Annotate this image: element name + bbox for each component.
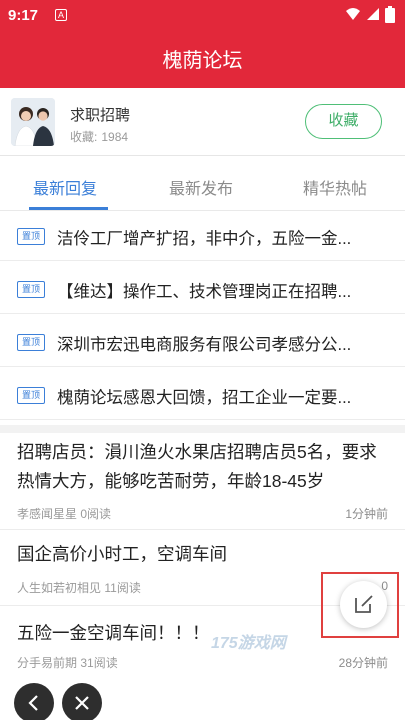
- post-meta: 分手易前期 31阅读: [17, 654, 118, 671]
- pinned-row[interactable]: 置顶 洁伶工厂增产扩招，非中介，五险一金...: [0, 211, 405, 261]
- post-title[interactable]: 国企高价小时工，空调车间: [17, 540, 389, 569]
- post-reads: 31阅读: [80, 656, 118, 670]
- row-divider: [0, 529, 405, 530]
- page-title: 槐荫论坛: [162, 50, 243, 72]
- forum-avatar[interactable]: [11, 98, 55, 146]
- edit-icon: [355, 595, 373, 613]
- close-icon: [75, 696, 89, 710]
- post-author: 分手易前期: [17, 656, 78, 670]
- pinned-title: 洁伶工厂增产扩招，非中介，五险一金...: [57, 230, 352, 248]
- pinned-row[interactable]: 置顶 深圳市宏迅电商服务有限公司孝感分公...: [0, 317, 405, 367]
- battery-icon: [385, 6, 395, 28]
- back-button[interactable]: [14, 683, 54, 720]
- pinned-badge: 置顶: [17, 281, 45, 298]
- favorite-button[interactable]: 收藏: [305, 104, 382, 139]
- forum-favorites-count: 收藏: 1984: [70, 128, 132, 145]
- pinned-badge: 置顶: [17, 334, 45, 351]
- tab-featured[interactable]: 精华热帖: [303, 175, 367, 199]
- chevron-left-icon: [28, 695, 38, 711]
- tab-latest-reply[interactable]: 最新回复: [33, 175, 97, 199]
- favorites-value: 1984: [101, 130, 129, 144]
- status-time: 9:17: [8, 7, 39, 24]
- post-author: 人生如若初相见: [17, 581, 102, 595]
- post-time: 1分钟前: [345, 507, 388, 521]
- active-tab-indicator: [29, 207, 108, 210]
- post-author: 孝感闻星星: [17, 507, 78, 521]
- tab-latest-post[interactable]: 最新发布: [169, 175, 233, 199]
- notification-icon: A: [55, 9, 67, 21]
- post-meta: 孝感闻星星 0阅读: [17, 505, 111, 522]
- pinned-title: 槐荫论坛感恩大回馈，招工企业一定要...: [57, 389, 352, 407]
- post-title[interactable]: 招聘店员：溳川渔火水果店招聘店员5名，要求热情大方，能够吃苦耐劳，年龄18-45…: [17, 438, 389, 496]
- post-reads: 11阅读: [104, 581, 141, 595]
- forum-name: 求职招聘: [70, 107, 131, 124]
- wifi-icon: [345, 6, 361, 26]
- pinned-title: 深圳市宏迅电商服务有限公司孝感分公...: [57, 336, 352, 354]
- post-reads: 0阅读: [80, 507, 112, 521]
- status-bar: 9:17 A: [0, 0, 405, 32]
- pinned-badge: 置顶: [17, 228, 45, 245]
- favorites-label: 收藏:: [70, 130, 98, 144]
- pinned-badge: 置顶: [17, 387, 45, 404]
- pinned-title: 【维达】操作工、技术管理岗正在招聘...: [57, 283, 352, 301]
- close-button[interactable]: [62, 683, 102, 720]
- signal-icon: [366, 6, 380, 26]
- post-time: 28分钟前: [338, 656, 388, 670]
- pinned-row[interactable]: 置顶 【维达】操作工、技术管理岗正在招聘...: [0, 264, 405, 314]
- section-divider: [0, 425, 405, 433]
- pinned-row[interactable]: 置顶 槐荫论坛感恩大回馈，招工企业一定要...: [0, 370, 405, 420]
- compose-button[interactable]: [340, 581, 387, 628]
- post-meta: 人生如若初相见 11阅读: [17, 579, 141, 596]
- watermark: 175游戏网: [211, 635, 286, 652]
